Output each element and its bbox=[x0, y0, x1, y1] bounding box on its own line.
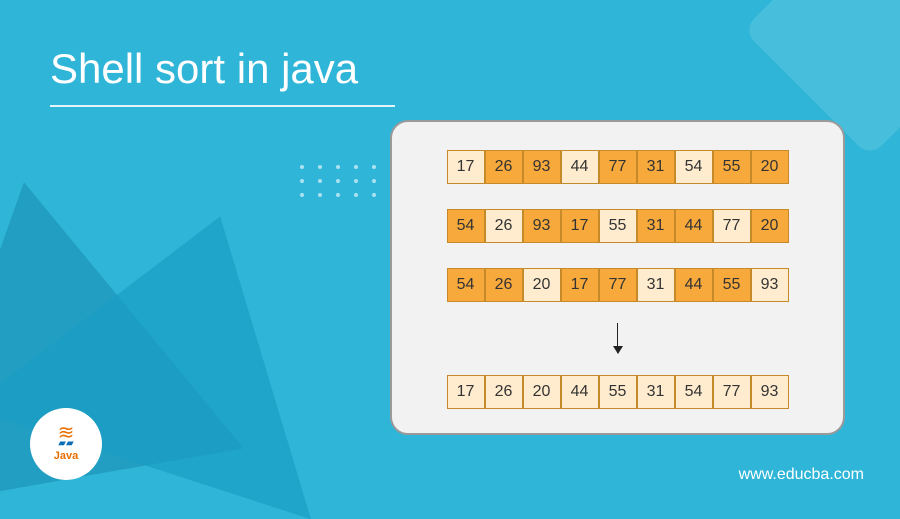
arrow-down-icon bbox=[617, 320, 618, 356]
title-underline bbox=[50, 105, 395, 107]
array-cell: 54 bbox=[447, 209, 485, 243]
array-cell: 26 bbox=[485, 375, 523, 409]
array-row: 542693175531447720 bbox=[447, 209, 789, 243]
array-cell: 77 bbox=[599, 268, 637, 302]
java-logo-text: Java bbox=[54, 450, 78, 462]
array-cell: 77 bbox=[713, 375, 751, 409]
array-cell: 17 bbox=[447, 150, 485, 184]
array-cell: 54 bbox=[447, 268, 485, 302]
java-logo-icon: ≋ ▰▰ Java bbox=[30, 408, 102, 480]
array-cell: 26 bbox=[485, 150, 523, 184]
site-url: www.educba.com bbox=[739, 466, 864, 484]
java-cup-icon: ▰▰ bbox=[58, 440, 73, 448]
array-cell: 44 bbox=[561, 375, 599, 409]
array-cell: 31 bbox=[637, 150, 675, 184]
array-row: 172620445531547793 bbox=[447, 375, 789, 409]
array-cell: 17 bbox=[447, 375, 485, 409]
array-cell: 44 bbox=[675, 209, 713, 243]
array-cell: 55 bbox=[599, 375, 637, 409]
array-cell: 17 bbox=[561, 268, 599, 302]
array-cell: 55 bbox=[713, 150, 751, 184]
array-row: 172693447731545520 bbox=[447, 150, 789, 184]
array-cell: 93 bbox=[751, 268, 789, 302]
diagram-card: 1726934477315455205426931755314477205426… bbox=[390, 120, 845, 435]
array-cell: 26 bbox=[485, 209, 523, 243]
array-cell: 77 bbox=[599, 150, 637, 184]
array-cell: 54 bbox=[675, 150, 713, 184]
array-cell: 55 bbox=[713, 268, 751, 302]
array-cell: 93 bbox=[523, 150, 561, 184]
array-cell: 93 bbox=[523, 209, 561, 243]
array-cell: 44 bbox=[675, 268, 713, 302]
array-cell: 93 bbox=[751, 375, 789, 409]
page-title: Shell sort in java bbox=[50, 45, 358, 93]
array-cell: 20 bbox=[523, 268, 561, 302]
array-cell: 20 bbox=[751, 150, 789, 184]
array-cell: 44 bbox=[561, 150, 599, 184]
array-cell: 77 bbox=[713, 209, 751, 243]
array-cell: 26 bbox=[485, 268, 523, 302]
array-cell: 31 bbox=[637, 209, 675, 243]
array-cell: 54 bbox=[675, 375, 713, 409]
array-cell: 31 bbox=[637, 375, 675, 409]
array-row: 542620177731445593 bbox=[447, 268, 789, 302]
array-cell: 55 bbox=[599, 209, 637, 243]
array-cell: 31 bbox=[637, 268, 675, 302]
array-cell: 20 bbox=[751, 209, 789, 243]
array-cell: 17 bbox=[561, 209, 599, 243]
array-cell: 20 bbox=[523, 375, 561, 409]
